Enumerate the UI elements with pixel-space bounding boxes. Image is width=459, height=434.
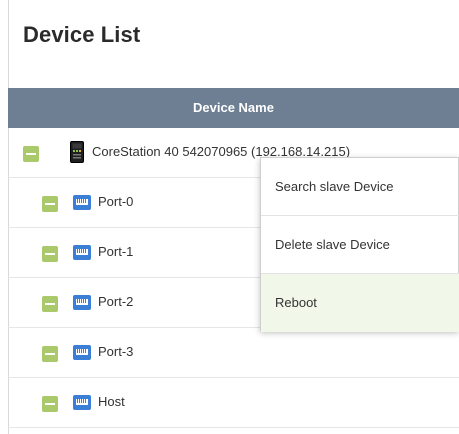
menu-item-reboot[interactable]: Reboot [261, 274, 459, 332]
menu-item-delete-slave-device[interactable]: Delete slave Device [261, 216, 459, 274]
ethernet-port-icon [73, 395, 91, 410]
collapse-toggle-icon[interactable] [42, 296, 58, 312]
menu-item-search-slave-device[interactable]: Search slave Device [261, 158, 459, 216]
menu-item-label: Delete slave Device [275, 237, 390, 252]
collapse-toggle-icon[interactable] [42, 246, 58, 262]
collapse-toggle-icon[interactable] [42, 346, 58, 362]
corestation-device-icon [70, 141, 84, 163]
collapse-toggle-icon[interactable] [23, 146, 39, 162]
ethernet-port-icon [73, 345, 91, 360]
tree-row-label: Port-2 [98, 294, 134, 309]
menu-item-label: Reboot [275, 295, 317, 310]
tree-row-port[interactable]: Port-3 [8, 328, 459, 378]
tree-row-label: Port-3 [98, 344, 134, 359]
tree-row-label: Host [98, 394, 125, 409]
collapse-toggle-icon[interactable] [42, 396, 58, 412]
menu-item-label: Search slave Device [275, 179, 394, 194]
column-header-device-name[interactable]: Device Name [8, 88, 459, 128]
tree-row-host[interactable]: Host [8, 378, 459, 428]
tree-row-label: Port-0 [98, 194, 134, 209]
tree-row-label: Port-1 [98, 244, 134, 259]
table-header: Device Name [8, 88, 459, 128]
ethernet-port-icon [73, 245, 91, 260]
context-menu: Search slave Device Delete slave Device … [260, 157, 459, 332]
ethernet-port-icon [73, 295, 91, 310]
collapse-toggle-icon[interactable] [42, 196, 58, 212]
page-title: Device List [23, 22, 141, 47]
ethernet-port-icon [73, 195, 91, 210]
